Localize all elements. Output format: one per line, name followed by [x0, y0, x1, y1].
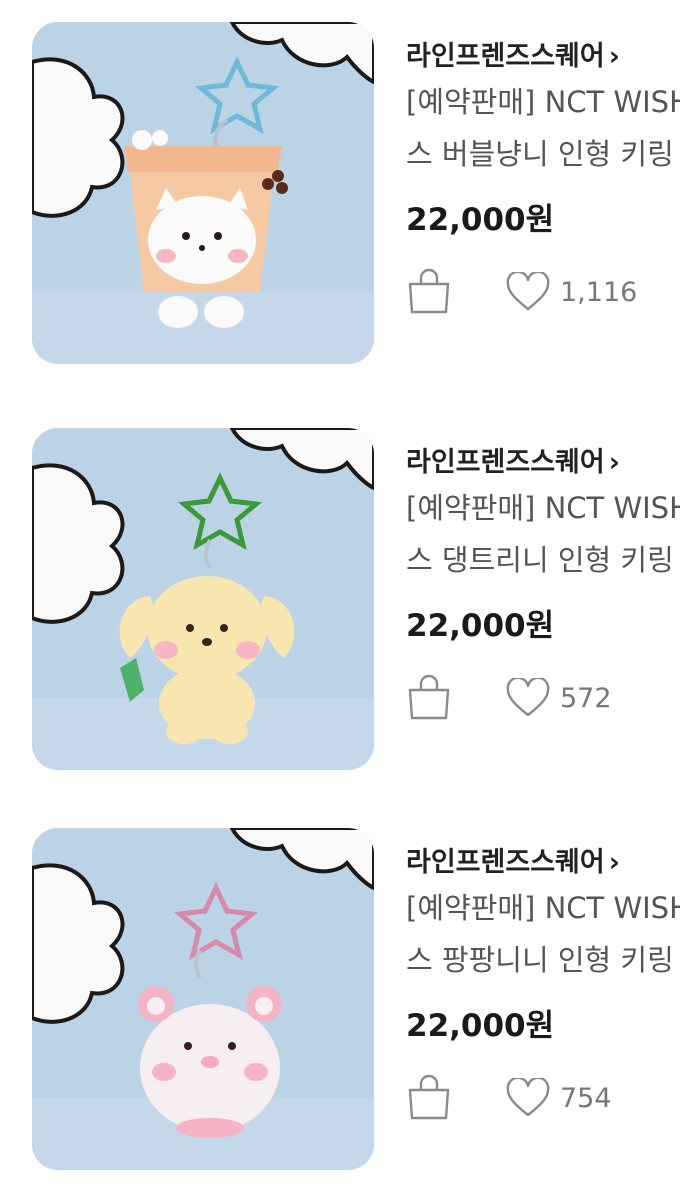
like-count: 572 — [560, 682, 612, 714]
heart-outline-icon — [506, 678, 550, 717]
like-count: 754 — [560, 1082, 612, 1114]
product-info: 라인프렌즈스퀘어 › [예약판매] NCT WISH 스 팡팡니니 인형 키링 2… — [406, 828, 680, 1170]
brand-link[interactable]: 라인프렌즈스퀘어 › — [406, 440, 620, 479]
product-title-line[interactable]: [예약판매] NCT WISH — [406, 494, 680, 523]
product-info: 라인프렌즈스퀘어 › [예약판매] NCT WISH 스 댕트리니 인형 키링 2… — [406, 428, 680, 770]
product-card[interactable]: 라인프렌즈스퀘어 › [예약판매] NCT WISH 스 버블냥니 인형 키링 2… — [0, 22, 680, 382]
product-price: 22,000원 — [406, 202, 555, 238]
product-title-line[interactable]: 스 버블냥니 인형 키링 — [406, 140, 674, 169]
chevron-right-icon: › — [608, 41, 620, 72]
shopping-bag-icon[interactable] — [406, 1074, 452, 1120]
shopping-bag-icon[interactable] — [406, 268, 452, 314]
like-button[interactable]: 1,116 — [506, 272, 637, 312]
product-price: 22,000원 — [406, 608, 555, 644]
like-button[interactable]: 754 — [506, 1078, 612, 1118]
product-title-line[interactable]: 스 댕트리니 인형 키링 — [406, 546, 674, 575]
brand-name: 라인프렌즈스퀘어 — [406, 41, 605, 72]
heart-outline-icon — [506, 1078, 550, 1117]
plush-keyring-image — [32, 828, 374, 1170]
product-title-line[interactable]: 스 팡팡니니 인형 키링 — [406, 946, 674, 975]
chevron-right-icon: › — [608, 847, 620, 878]
like-button[interactable]: 572 — [506, 678, 612, 718]
product-info: 라인프렌즈스퀘어 › [예약판매] NCT WISH 스 버블냥니 인형 키링 2… — [406, 22, 680, 364]
shopping-bag-icon[interactable] — [406, 674, 452, 720]
product-card[interactable]: 라인프렌즈스퀘어 › [예약판매] NCT WISH 스 팡팡니니 인형 키링 2… — [0, 828, 680, 1188]
brand-link[interactable]: 라인프렌즈스퀘어 › — [406, 840, 620, 879]
chevron-right-icon: › — [608, 447, 620, 478]
brand-link[interactable]: 라인프렌즈스퀘어 › — [406, 34, 620, 73]
plush-keyring-image — [32, 22, 374, 364]
product-image[interactable] — [32, 428, 374, 770]
heart-outline-icon — [506, 272, 550, 311]
brand-name: 라인프렌즈스퀘어 — [406, 447, 605, 478]
plush-keyring-image — [32, 428, 374, 770]
like-count: 1,116 — [560, 276, 638, 308]
product-title-line[interactable]: [예약판매] NCT WISH — [406, 894, 680, 923]
product-image[interactable] — [32, 828, 374, 1170]
product-image[interactable] — [32, 22, 374, 364]
product-price: 22,000원 — [406, 1008, 555, 1044]
brand-name: 라인프렌즈스퀘어 — [406, 847, 605, 878]
product-title-line[interactable]: [예약판매] NCT WISH — [406, 88, 680, 117]
product-card[interactable]: 라인프렌즈스퀘어 › [예약판매] NCT WISH 스 댕트리니 인형 키링 2… — [0, 428, 680, 788]
